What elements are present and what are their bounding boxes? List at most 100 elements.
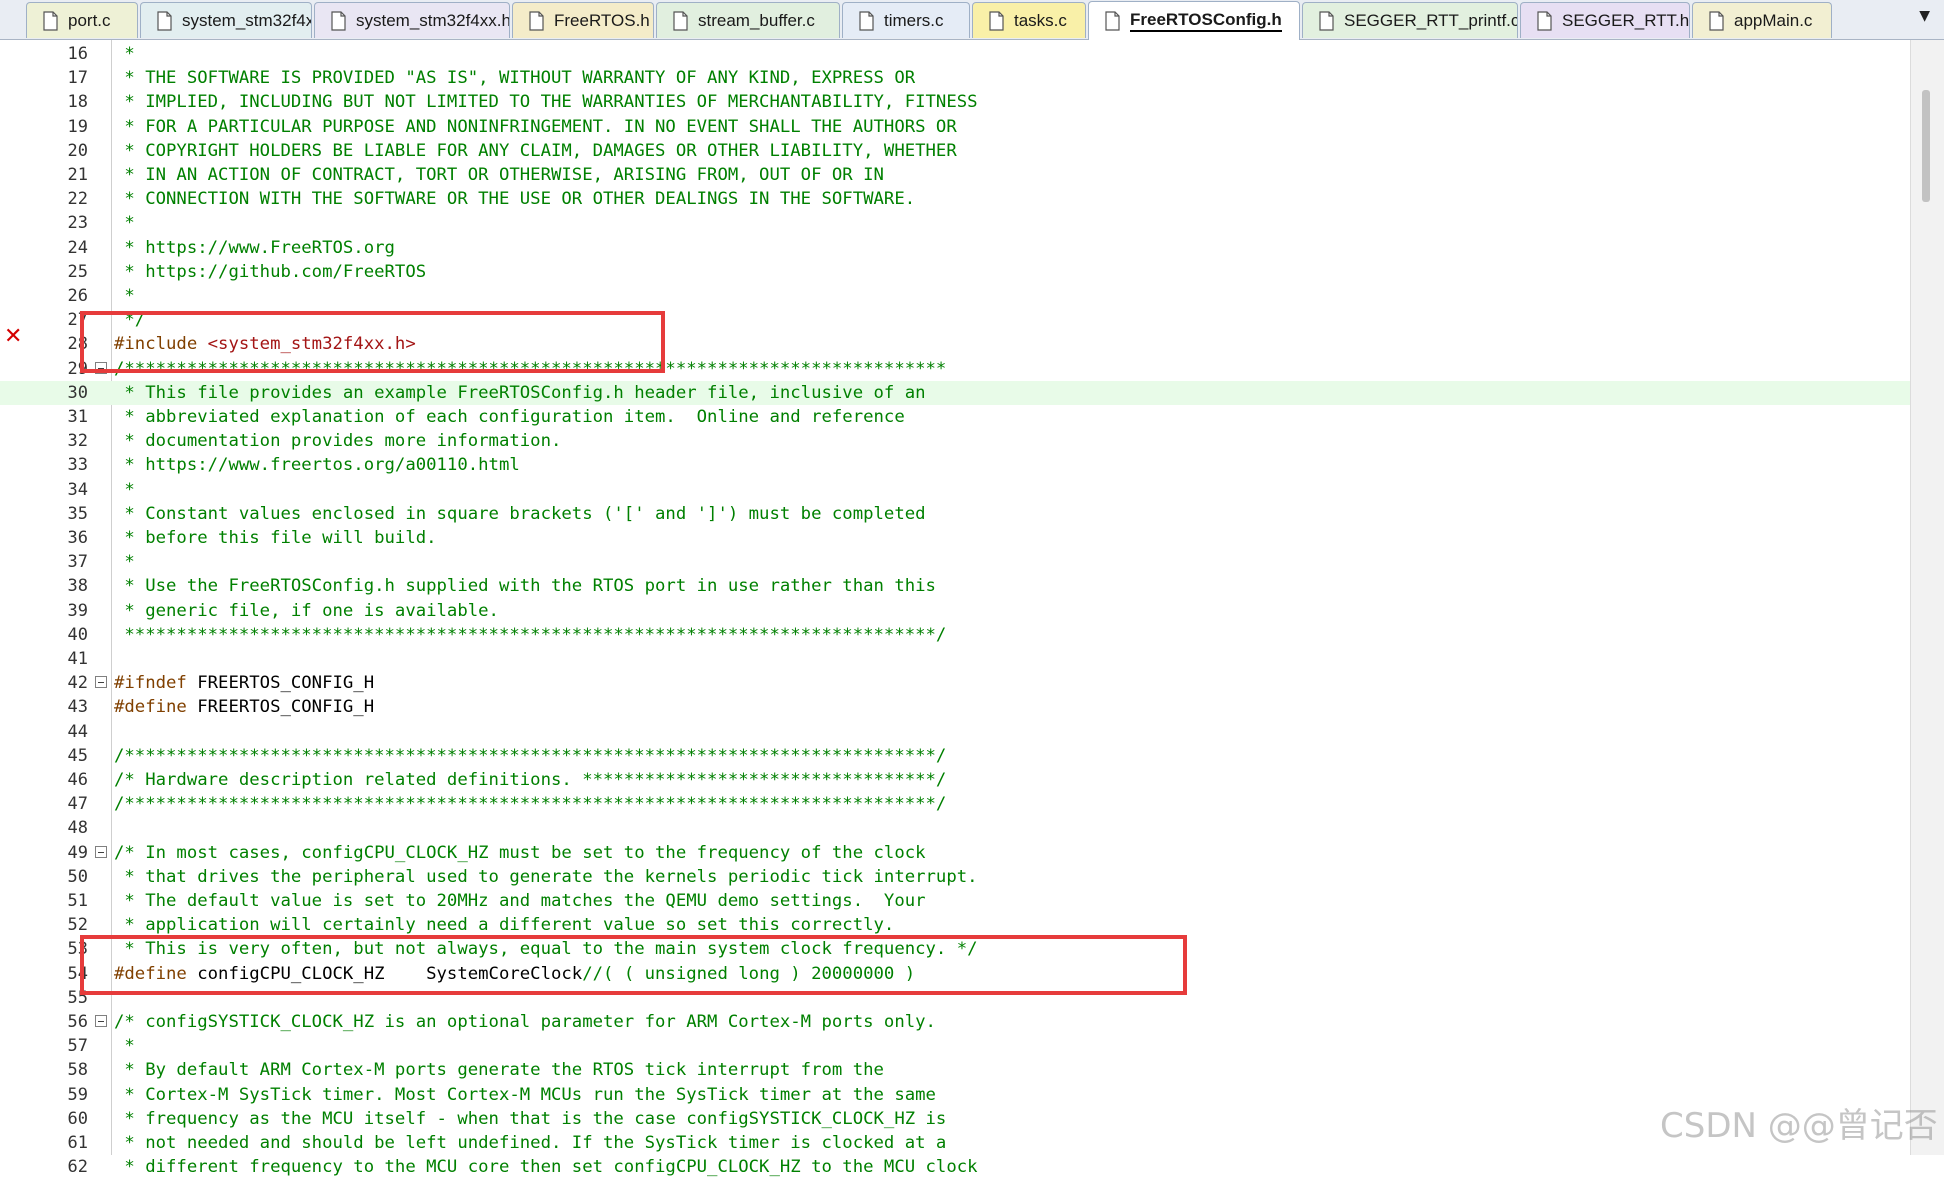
code-line: 62 * different frequency to the MCU core… bbox=[0, 1155, 1910, 1179]
code-line: 31 * abbreviated explanation of each con… bbox=[0, 405, 1910, 429]
code-line: 51 * The default value is set to 20MHz a… bbox=[0, 889, 1910, 913]
line-number: 60 bbox=[67, 1108, 88, 1129]
code-text: #ifndef FREERTOS_CONFIG_H bbox=[114, 671, 374, 695]
code-line: 57 * bbox=[0, 1034, 1910, 1058]
tab-list-dropdown-icon[interactable]: ▼ bbox=[1919, 8, 1930, 24]
fold-toggle-icon[interactable] bbox=[95, 676, 107, 689]
code-text: * https://www.freertos.org/a00110.html bbox=[114, 455, 520, 476]
tab-label: system_stm32f4xx.c bbox=[182, 10, 311, 30]
line-number: 18 bbox=[67, 92, 88, 113]
code-text: * documentation provides more informatio… bbox=[114, 431, 562, 452]
watermark: CSDN @@曾记否 bbox=[1660, 1106, 1938, 1146]
tab-label: appMain.c bbox=[1734, 10, 1813, 30]
code-text: * Use the FreeRTOSConfig.h supplied with… bbox=[114, 576, 936, 597]
code-text: * that drives the peripheral used to gen… bbox=[114, 866, 978, 887]
tab-label: stream_buffer.c bbox=[698, 10, 815, 30]
code-text: /***************************************… bbox=[114, 745, 947, 766]
tab-file[interactable]: timers.c bbox=[842, 2, 970, 38]
tab-file[interactable]: appMain.c bbox=[1692, 2, 1832, 38]
line-number: 36 bbox=[67, 528, 88, 548]
code-line: 38 * Use the FreeRTOSConfig.h supplied w… bbox=[0, 574, 1910, 598]
code-line: 49 /* In most cases, configCPU_CLOCK_HZ m… bbox=[0, 841, 1910, 865]
code-text: /* configSYSTICK_CLOCK_HZ is an optional… bbox=[114, 1012, 936, 1032]
file-tab-strip: ▼ port.c system_stm32f4xx.c system_stm32f4… bbox=[0, 0, 1944, 40]
code-text: * bbox=[114, 479, 135, 500]
error-marker-icon: ✕ bbox=[4, 324, 23, 349]
code-text: /* Hardware description related definiti… bbox=[114, 770, 947, 790]
code-line: 40 *************************************… bbox=[0, 623, 1910, 647]
line-number: 48 bbox=[67, 818, 88, 839]
line-number: 34 bbox=[67, 479, 88, 500]
code-text: * before this file will build. bbox=[114, 528, 437, 548]
line-number: 22 bbox=[67, 189, 88, 210]
code-line: 52 * application will certainly need a d… bbox=[0, 913, 1910, 937]
highlight-box-include bbox=[80, 311, 665, 373]
line-number: 56 bbox=[67, 1012, 88, 1032]
preprocessor-directive: #define bbox=[114, 697, 198, 718]
code-line: 44 bbox=[0, 720, 1910, 744]
line-number: 62 bbox=[67, 1157, 88, 1178]
line-number: 46 bbox=[67, 770, 88, 790]
tab-file[interactable]: SEGGER_RTT.h bbox=[1520, 2, 1690, 38]
tab-file[interactable]: tasks.c bbox=[972, 2, 1086, 38]
code-line: 16 * bbox=[0, 42, 1910, 66]
code-line: 18 * IMPLIED, INCLUDING BUT NOT LIMITED … bbox=[0, 90, 1910, 114]
code-text: * CONNECTION WITH THE SOFTWARE OR THE US… bbox=[114, 189, 916, 210]
code-text: * bbox=[114, 552, 135, 573]
code-line: 24 * https://www.FreeRTOS.org bbox=[0, 236, 1910, 260]
code-line: 22 * CONNECTION WITH THE SOFTWARE OR THE… bbox=[0, 187, 1910, 211]
code-text: #define FREERTOS_CONFIG_H bbox=[114, 695, 374, 719]
code-line: 33 * https://www.freertos.org/a00110.htm… bbox=[0, 453, 1910, 477]
tab-file[interactable]: port.c bbox=[26, 2, 138, 38]
line-number: 23 bbox=[67, 213, 88, 234]
tab-file[interactable]: stream_buffer.c bbox=[656, 2, 840, 38]
line-number: 50 bbox=[67, 866, 88, 887]
line-number: 32 bbox=[67, 431, 88, 452]
line-number: 24 bbox=[67, 237, 88, 258]
code-line: 43 #define FREERTOS_CONFIG_H bbox=[0, 695, 1910, 719]
tab-label: timers.c bbox=[884, 10, 944, 30]
line-number: 30 bbox=[67, 382, 88, 403]
macro-name: FREERTOS_CONFIG_H bbox=[197, 673, 375, 694]
tab-label: tasks.c bbox=[1014, 10, 1067, 30]
code-text: * different frequency to the MCU core th… bbox=[114, 1157, 978, 1178]
line-number: 58 bbox=[67, 1060, 88, 1081]
code-text: ****************************************… bbox=[114, 624, 947, 645]
code-line: 46 /* Hardware description related defini… bbox=[0, 768, 1910, 792]
code-line: 20 * COPYRIGHT HOLDERS BE LIABLE FOR ANY… bbox=[0, 139, 1910, 163]
code-line: 50 * that drives the peripheral used to … bbox=[0, 865, 1910, 889]
code-text: * This file provides an example FreeRTOS… bbox=[114, 382, 926, 403]
fold-toggle-icon[interactable] bbox=[95, 1015, 107, 1027]
preprocessor-directive: #ifndef bbox=[114, 673, 198, 694]
vertical-scrollbar[interactable] bbox=[1910, 40, 1944, 1155]
code-line: 59 * Cortex-M SysTick timer. Most Cortex… bbox=[0, 1083, 1910, 1107]
line-number: 57 bbox=[67, 1036, 88, 1057]
tab-label: SEGGER_RTT_printf.c bbox=[1344, 10, 1518, 30]
fold-toggle-icon[interactable] bbox=[95, 845, 107, 858]
code-line: 47 /*************************************… bbox=[0, 792, 1910, 816]
code-text: * THE SOFTWARE IS PROVIDED "AS IS", WITH… bbox=[114, 68, 916, 89]
tab-file[interactable]: SEGGER_RTT_printf.c bbox=[1302, 2, 1518, 38]
code-line: 25 * https://github.com/FreeRTOS bbox=[0, 260, 1910, 284]
tab-file[interactable]: system_stm32f4xx.c bbox=[140, 2, 312, 38]
line-number: 31 bbox=[67, 407, 88, 427]
code-line: 17 * THE SOFTWARE IS PROVIDED "AS IS", W… bbox=[0, 66, 1910, 90]
line-number: 44 bbox=[67, 721, 88, 742]
tab-file[interactable]: FreeRTOSConfig.h bbox=[1088, 1, 1300, 40]
code-text: * COPYRIGHT HOLDERS BE LIABLE FOR ANY CL… bbox=[114, 140, 957, 161]
code-text: * Cortex-M SysTick timer. Most Cortex-M … bbox=[114, 1084, 936, 1105]
tab-file[interactable]: system_stm32f4xx.h bbox=[314, 2, 510, 38]
scrollbar-thumb[interactable] bbox=[1922, 90, 1930, 202]
tab-file[interactable]: FreeRTOS.h bbox=[512, 2, 654, 38]
line-number: 19 bbox=[67, 116, 88, 137]
highlight-box-define bbox=[80, 935, 1187, 995]
code-line: 32 * documentation provides more informa… bbox=[0, 429, 1910, 453]
tab-label: FreeRTOSConfig.h bbox=[1130, 10, 1282, 32]
line-number: 43 bbox=[67, 697, 88, 718]
line-number: 51 bbox=[67, 891, 88, 911]
macro-name: FREERTOS_CONFIG_H bbox=[197, 697, 375, 718]
line-number: 45 bbox=[67, 745, 88, 766]
line-number: 25 bbox=[67, 261, 88, 282]
code-line: 21 * IN AN ACTION OF CONTRACT, TORT OR O… bbox=[0, 163, 1910, 187]
code-text: * IMPLIED, INCLUDING BUT NOT LIMITED TO … bbox=[114, 92, 978, 113]
